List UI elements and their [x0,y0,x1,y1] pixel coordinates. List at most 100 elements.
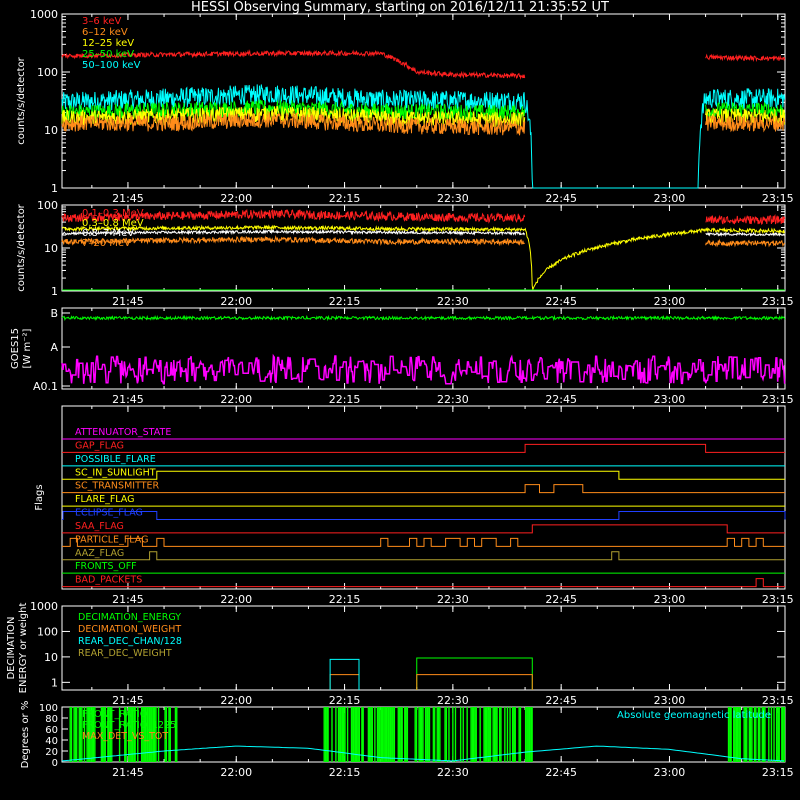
x-tick-label: 22:15 [329,295,361,308]
y-tick-label: 100 [37,66,58,79]
flag-line [62,537,785,547]
panel-frame [61,13,786,189]
flag-label: GAP_FLAG [75,440,124,451]
y-axis-label: GOES15 [10,328,21,369]
x-tick-label: 22:00 [220,766,252,779]
panel-4: 21:45 22:00 22:15 22:30 22:45 23:00 23:15 Flags… [34,405,794,606]
y-tick-label: 60 [45,725,58,736]
flag-label: FRONTS_OFF [75,561,137,572]
flag-line [62,524,785,534]
x-tick-label: 23:00 [654,766,686,779]
x-tick-label: 22:15 [329,393,361,406]
y-axis-label: counts/s/detector [16,56,27,144]
x-tick-label: 22:00 [220,393,252,406]
flag-line [62,484,785,494]
flag-label: FLARE_FLAG [75,494,135,505]
x-tick-label: 21:45 [112,766,144,779]
y-tick-label: 100 [39,703,58,714]
x-tick-label: 22:30 [437,694,469,707]
x-tick-label: 23:15 [762,192,794,205]
y-tick-label: 1 [51,182,58,195]
x-tick-label: 23:15 [762,694,794,707]
series-line [61,314,786,322]
series-line [61,353,786,385]
x-tick-label: 23:15 [762,295,794,308]
panel-6: 21:45 22:00 22:15 22:30 22:45 23:00 23:15 Degre… [20,701,794,779]
panel-1: 21:45 22:00 22:15 22:30 22:45 23:00 23:15 count… [16,8,794,205]
panel-2: 21:45 22:00 22:15 22:30 22:45 23:00 23:15 count… [16,199,794,308]
x-tick-label: 22:30 [437,766,469,779]
y-tick-label: 80 [45,714,58,725]
series-line [416,674,533,690]
flag-line [62,470,785,480]
flag-line [62,551,785,561]
flag-label: POSSIBLE_FLARE [75,454,156,465]
flag-label: AAZ_FLAG [75,548,124,559]
y-tick-label: B [50,307,58,320]
x-tick-label: 23:15 [762,393,794,406]
legend-entry: REAR_DEC_CHAN/128 [78,636,182,647]
series-line [705,53,786,63]
series-line [705,213,786,225]
x-tick-label: 23:00 [654,593,686,606]
x-tick-label: 21:45 [112,593,144,606]
flag-label: BAD_PACKETS [75,575,142,586]
legend-entry: MAX_DET_VS_TOT [82,731,168,742]
flag-line [62,443,785,453]
y-axis-label: [W m⁻²] [22,328,33,368]
y-tick-label: 1000 [30,8,58,21]
y-axis-label: Degrees or % [20,701,31,769]
y-tick-label: 10 [44,242,58,255]
series-line [61,224,786,290]
flag-line [62,511,786,520]
x-tick-label: 21:45 [112,295,144,308]
x-tick-label: 22:45 [545,393,577,406]
legend-entry: Absolute geomagnetic latitude [617,710,771,721]
x-tick-label: 21:45 [112,694,144,707]
flag-label: ECLIPSE_FLAG [75,508,143,519]
legend-entry: FRONT_RATIO_1225 [82,720,176,731]
x-tick-label: 23:00 [654,192,686,205]
x-tick-label: 22:45 [545,192,577,205]
y-tick-label: 10 [44,124,58,137]
y-tick-label: 100 [37,199,58,212]
panel-3: 21:45 22:00 22:15 22:30 22:45 23:00 23:15 GOES1… [10,307,794,406]
hessi-summary-plot: 21:45 22:00 22:15 22:30 22:45 23:00 23:15 count… [6,8,794,779]
x-tick-label: 22:15 [329,192,361,205]
flag-label: SC_IN_SUNLIGHT [75,467,156,478]
y-axis-label: counts/s/detector [16,203,27,291]
series-line [705,238,786,248]
legend-entry: 25–50 keV [82,49,134,60]
legend-entry: 12–25 keV [82,38,134,49]
x-tick-label: 21:45 [112,393,144,406]
x-tick-label: 23:00 [654,694,686,707]
x-tick-label: 22:30 [437,593,469,606]
legend-entry: REAR_DEC_WEIGHT [78,648,172,659]
flag-label: SC_TRANSMITTER [75,481,160,492]
series-line [705,231,785,237]
x-tick-label: 23:00 [654,393,686,406]
x-tick-label: 22:15 [329,593,361,606]
y-tick-label: 100 [37,625,58,638]
y-axis-label: DECIMATION [6,616,17,679]
x-tick-label: 23:15 [762,766,794,779]
flag-label: PARTICLE_FLAG [75,534,148,545]
y-tick-label: 1000 [30,600,58,613]
x-tick-label: 22:00 [220,593,252,606]
x-tick-label: 22:15 [329,766,361,779]
x-tick-label: 22:30 [437,192,469,205]
x-tick-label: 22:45 [545,694,577,707]
flag-label: SAA_FLAG [75,521,124,532]
x-tick-label: 21:45 [112,192,144,205]
x-tick-label: 23:15 [762,593,794,606]
legend-entry: DECIMATION_ENERGY [78,612,181,623]
legend-entry: 7–20 MeV [82,238,131,249]
y-tick-label: 1 [51,285,58,298]
y-tick-label: 0 [52,758,58,769]
x-tick-label: 22:15 [329,694,361,707]
x-tick-label: 22:00 [220,295,252,308]
series-line [416,657,533,690]
legend-entry: 3–6 keV [82,16,121,27]
y-tick-label: 10 [44,651,58,664]
legend-entry: 6–12 keV [82,27,128,38]
